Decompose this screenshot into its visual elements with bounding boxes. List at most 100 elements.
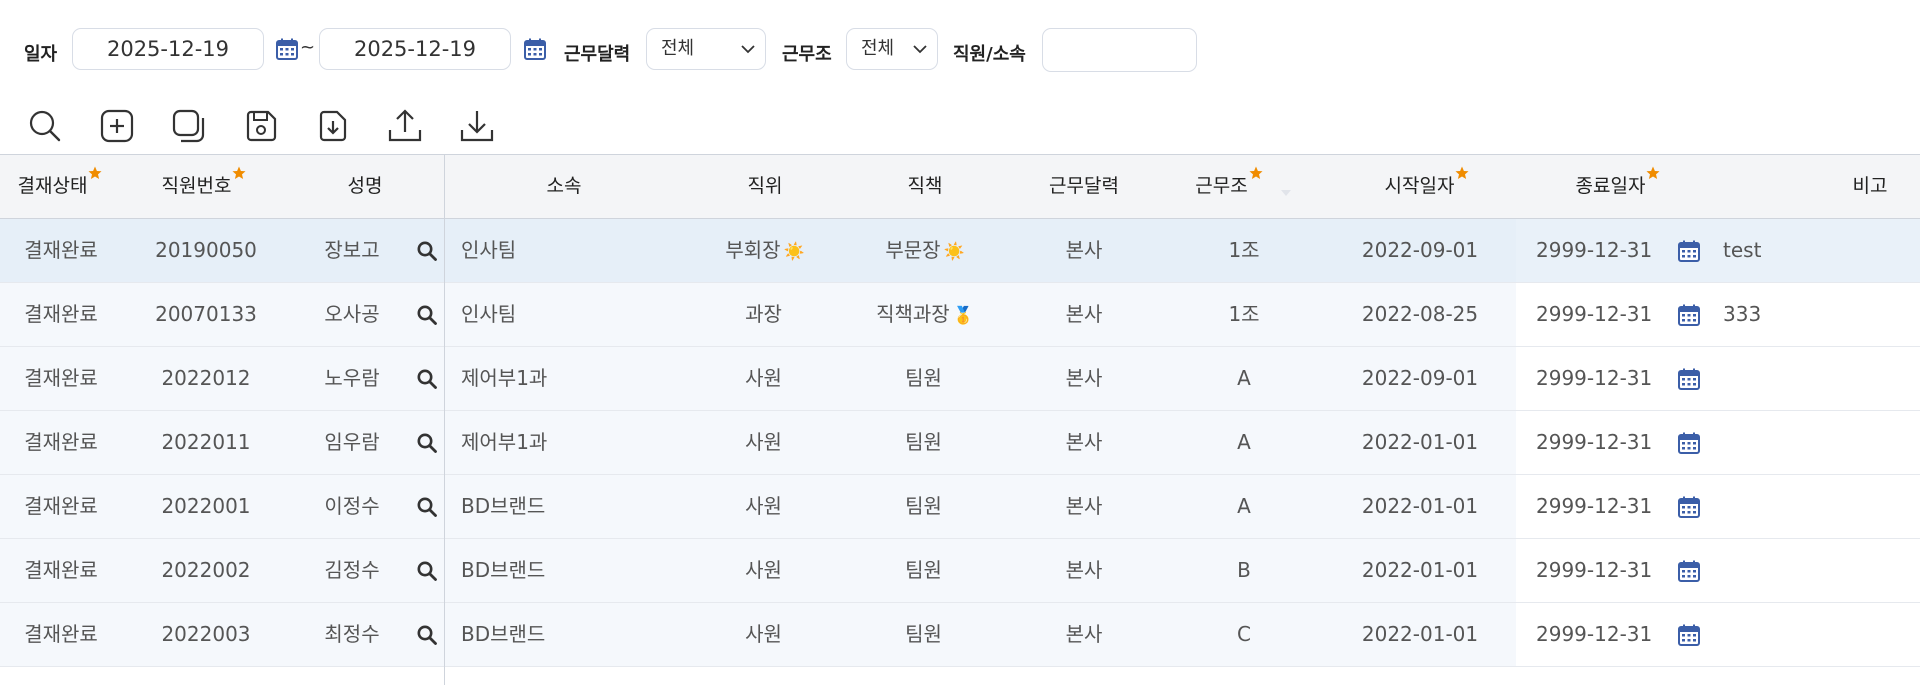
column-header-calendar[interactable]: 근무달력 (1024, 155, 1144, 218)
copy-button[interactable] (169, 106, 209, 146)
start-date-cell[interactable]: 2022-09-01 (1340, 219, 1500, 282)
shift-cell[interactable]: A (1184, 475, 1304, 538)
calendar-cell[interactable]: 본사 (1024, 539, 1144, 602)
calendar-cell[interactable]: 본사 (1024, 475, 1144, 538)
start-date-cell[interactable]: 2022-01-01 (1340, 475, 1500, 538)
note-cell[interactable]: 333 (1723, 283, 1903, 346)
duty-cell[interactable]: 팀원 (850, 603, 1000, 666)
dept-cell[interactable]: 제어부1과 (461, 347, 681, 410)
calendar-icon[interactable] (1677, 495, 1701, 519)
calendar-cell[interactable]: 본사 (1024, 219, 1144, 282)
shift-cell[interactable]: B (1184, 539, 1304, 602)
duty-cell[interactable]: 팀원 (850, 539, 1000, 602)
shift-cell[interactable]: C (1184, 603, 1304, 666)
column-header-position[interactable]: 직위 (705, 155, 825, 218)
end-date-cell[interactable]: 2999-12-31 (1536, 347, 1666, 410)
table-row[interactable]: 결재완료 20070133 오사공 인사팀 과장 직책과장 🥇 본사 1조 2022-08-25 2… (0, 283, 1920, 347)
end-date-cell[interactable]: 2999-12-31 (1536, 411, 1666, 474)
frozen-column-divider[interactable] (444, 155, 445, 685)
name-cell[interactable]: 노우람 (300, 347, 404, 410)
status-cell[interactable]: 결재완료 (0, 539, 122, 602)
dept-cell[interactable]: 인사팀 (461, 283, 681, 346)
save-button[interactable] (241, 106, 281, 146)
position-cell[interactable]: 과장 (690, 283, 840, 346)
start-date-cell[interactable]: 2022-08-25 (1340, 283, 1500, 346)
end-date-cell[interactable]: 2999-12-31 (1536, 475, 1666, 538)
work-calendar-select[interactable]: 전체 (646, 28, 766, 70)
position-cell[interactable]: 사원 (690, 475, 840, 538)
name-cell[interactable]: 임우람 (300, 411, 404, 474)
calendar-icon[interactable] (1677, 623, 1701, 647)
shift-cell[interactable]: 1조 (1184, 283, 1304, 346)
calendar-icon[interactable] (523, 37, 547, 61)
position-cell[interactable]: 사원 (690, 539, 840, 602)
status-cell[interactable]: 결재완료 (0, 219, 122, 282)
name-cell[interactable]: 김정수 (300, 539, 404, 602)
start-date-cell[interactable]: 2022-01-01 (1340, 411, 1500, 474)
search-icon[interactable] (416, 304, 438, 326)
column-header-start-date[interactable]: 시작일자 (1357, 155, 1497, 218)
column-header-duty[interactable]: 직책 (865, 155, 985, 218)
dept-cell[interactable]: BD브랜드 (461, 603, 681, 666)
column-header-name[interactable]: 성명 (305, 155, 425, 218)
table-row[interactable]: 결재완료 2022012 노우람 제어부1과 사원 팀원 본사 A 2022-09-01 2999… (0, 347, 1920, 411)
search-icon[interactable] (416, 560, 438, 582)
duty-cell[interactable]: 직책과장 🥇 (850, 283, 1000, 346)
dept-cell[interactable]: 인사팀 (461, 219, 681, 282)
duty-cell[interactable]: 팀원 (850, 475, 1000, 538)
column-header-shift[interactable]: 근무조 (1180, 155, 1308, 218)
table-row[interactable]: 결재완료 2022003 최정수 BD브랜드 사원 팀원 본사 C 2022-01-01 2999… (0, 603, 1920, 667)
calendar-icon[interactable] (275, 37, 299, 61)
search-icon[interactable] (416, 368, 438, 390)
calendar-cell[interactable]: 본사 (1024, 283, 1144, 346)
end-date-cell[interactable]: 2999-12-31 (1536, 219, 1666, 282)
emp-no-cell[interactable]: 2022012 (144, 347, 268, 410)
status-cell[interactable]: 결재완료 (0, 475, 122, 538)
download-button[interactable] (457, 106, 497, 146)
table-row[interactable]: 결재완료 20190050 장보고 인사팀 부회장 ☀️ 부문장 ☀️ 본사 1조 2022-09-… (0, 219, 1920, 283)
position-cell[interactable]: 사원 (690, 347, 840, 410)
column-header-dept[interactable]: 소속 (504, 155, 624, 218)
position-cell[interactable]: 사원 (690, 603, 840, 666)
note-cell[interactable] (1723, 603, 1903, 666)
emp-no-cell[interactable]: 2022001 (144, 475, 268, 538)
note-cell[interactable]: test (1723, 219, 1903, 282)
start-date-cell[interactable]: 2022-01-01 (1340, 603, 1500, 666)
calendar-icon[interactable] (1677, 367, 1701, 391)
shift-select[interactable]: 전체 (846, 28, 938, 70)
column-header-emp-no[interactable]: 직원번호 (144, 155, 264, 218)
emp-no-cell[interactable]: 2022003 (144, 603, 268, 666)
emp-no-cell[interactable]: 20070133 (144, 283, 268, 346)
note-cell[interactable] (1723, 539, 1903, 602)
calendar-icon[interactable] (1677, 559, 1701, 583)
status-cell[interactable]: 결재완료 (0, 411, 122, 474)
dept-cell[interactable]: 제어부1과 (461, 411, 681, 474)
emp-no-cell[interactable]: 2022002 (144, 539, 268, 602)
calendar-cell[interactable]: 본사 (1024, 603, 1144, 666)
search-button[interactable] (25, 106, 65, 146)
emp-no-cell[interactable]: 2022011 (144, 411, 268, 474)
end-date-cell[interactable]: 2999-12-31 (1536, 539, 1666, 602)
duty-cell[interactable]: 부문장 ☀️ (850, 219, 1000, 282)
status-cell[interactable]: 결재완료 (0, 603, 122, 666)
start-date-cell[interactable]: 2022-01-01 (1340, 539, 1500, 602)
dept-cell[interactable]: BD브랜드 (461, 539, 681, 602)
duty-cell[interactable]: 팀원 (850, 411, 1000, 474)
table-row[interactable]: 결재완료 2022001 이정수 BD브랜드 사원 팀원 본사 A 2022-01-01 2999… (0, 475, 1920, 539)
calendar-icon[interactable] (1677, 303, 1701, 327)
table-row[interactable]: 결재완료 2022002 김정수 BD브랜드 사원 팀원 본사 B 2022-01-01 2999… (0, 539, 1920, 603)
name-cell[interactable]: 오사공 (300, 283, 404, 346)
column-header-note[interactable]: 비고 (1830, 155, 1910, 218)
upload-button[interactable] (385, 106, 425, 146)
name-cell[interactable]: 장보고 (300, 219, 404, 282)
emp-no-cell[interactable]: 20190050 (144, 219, 268, 282)
search-icon[interactable] (416, 496, 438, 518)
note-cell[interactable] (1723, 347, 1903, 410)
note-cell[interactable] (1723, 475, 1903, 538)
search-icon[interactable] (416, 240, 438, 262)
download-file-button[interactable] (313, 106, 353, 146)
table-row[interactable]: 결재완료 2022011 임우람 제어부1과 사원 팀원 본사 A 2022-01-01 2999… (0, 411, 1920, 475)
date-to-input[interactable]: 2025-12-19 (319, 28, 511, 70)
name-cell[interactable]: 이정수 (300, 475, 404, 538)
date-from-input[interactable]: 2025-12-19 (72, 28, 264, 70)
